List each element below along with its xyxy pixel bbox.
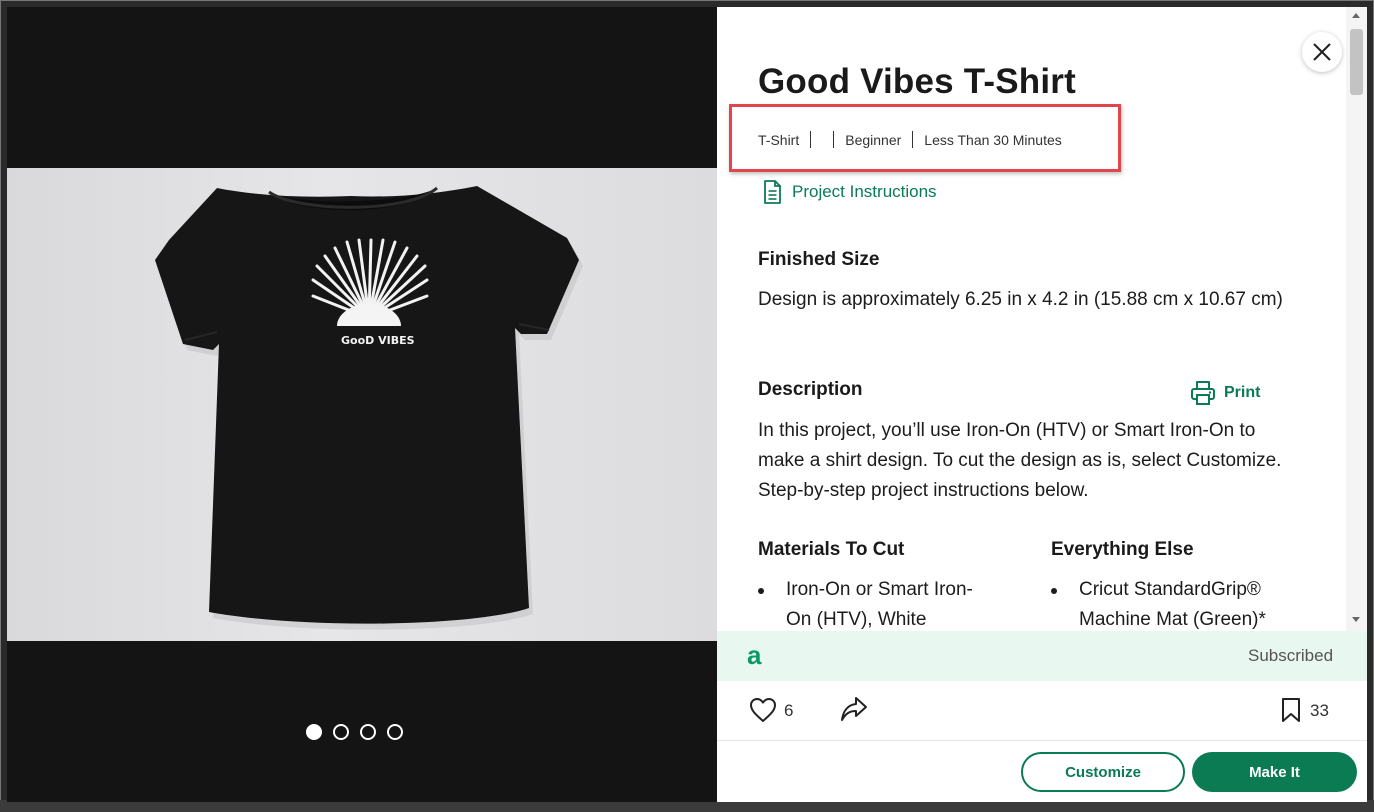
image-viewer: GooD VIBES	[7, 7, 717, 802]
description-text: In this project, you’ll use Iron-On (HTV…	[758, 420, 1282, 501]
finished-size-text: Design is approximately 6.25 in x 4.2 in…	[758, 289, 1283, 310]
carousel-dot-1[interactable]	[306, 724, 322, 740]
meta-duration: Less Than 30 Minutes	[924, 131, 1062, 148]
scroll-thumb[interactable]	[1350, 29, 1363, 95]
print-button[interactable]: Print	[1190, 380, 1260, 406]
everything-else-heading: Everything Else	[1051, 539, 1194, 560]
close-icon	[1313, 43, 1331, 61]
make-it-button[interactable]: Make It	[1192, 752, 1357, 792]
everything-else-list: Cricut StandardGrip® Machine Mat (Green)…	[1051, 575, 1291, 631]
access-logo-icon: a	[747, 640, 762, 670]
share-icon[interactable]	[840, 696, 868, 722]
shirt-print-text: GooD VIBES	[341, 334, 415, 347]
social-actions-bar	[717, 681, 1367, 741]
carousel-dots	[306, 724, 403, 740]
meta-divider	[810, 131, 812, 148]
like-count: 6	[784, 701, 794, 720]
save-count: 33	[1310, 701, 1329, 720]
materials-to-cut-list: Iron-On or Smart Iron-On (HTV), White	[758, 575, 988, 631]
description-heading: Description	[758, 379, 863, 400]
project-meta: T-Shirt Beginner Less Than 30 Minutes	[758, 131, 1062, 148]
list-item: Iron-On or Smart Iron-On (HTV), White	[758, 575, 988, 631]
supply-item: Cricut StandardGrip® Machine Mat (Green)…	[1079, 579, 1266, 630]
scroll-down-arrow-icon[interactable]	[1352, 617, 1360, 622]
meta-skill-level: Beginner	[845, 131, 902, 148]
meta-category: T-Shirt	[758, 131, 800, 148]
list-item: Cricut StandardGrip® Machine Mat (Green)…	[1051, 575, 1291, 631]
bookmark-icon[interactable]	[1280, 697, 1302, 723]
carousel-dot-2[interactable]	[333, 724, 349, 740]
close-button[interactable]	[1302, 32, 1342, 72]
bullet-icon	[758, 588, 764, 594]
printer-icon	[1191, 381, 1215, 405]
project-photo: GooD VIBES	[7, 168, 717, 641]
carousel-dot-4[interactable]	[387, 724, 403, 740]
carousel-dot-3[interactable]	[360, 724, 376, 740]
scroll-up-arrow-icon[interactable]	[1352, 13, 1360, 18]
subscription-status: Subscribed	[1248, 646, 1334, 665]
project-instructions-link[interactable]: Project Instructions	[762, 180, 937, 204]
project-title: Good Vibes T-Shirt	[758, 62, 1076, 101]
materials-to-cut-heading: Materials To Cut	[758, 539, 905, 560]
tshirt-image: GooD VIBES	[155, 186, 583, 630]
document-icon	[764, 180, 781, 204]
meta-divider	[833, 131, 835, 148]
finished-size-heading: Finished Size	[758, 249, 880, 270]
scrollbar[interactable]	[1346, 7, 1367, 631]
bullet-icon	[1051, 588, 1057, 594]
meta-divider	[912, 131, 914, 148]
project-instructions-label: Project Instructions	[792, 182, 937, 201]
material-item: Iron-On or Smart Iron-On (HTV), White	[786, 579, 973, 630]
print-label: Print	[1224, 384, 1261, 401]
customize-button[interactable]: Customize	[1021, 752, 1185, 792]
heart-icon[interactable]	[749, 697, 777, 723]
